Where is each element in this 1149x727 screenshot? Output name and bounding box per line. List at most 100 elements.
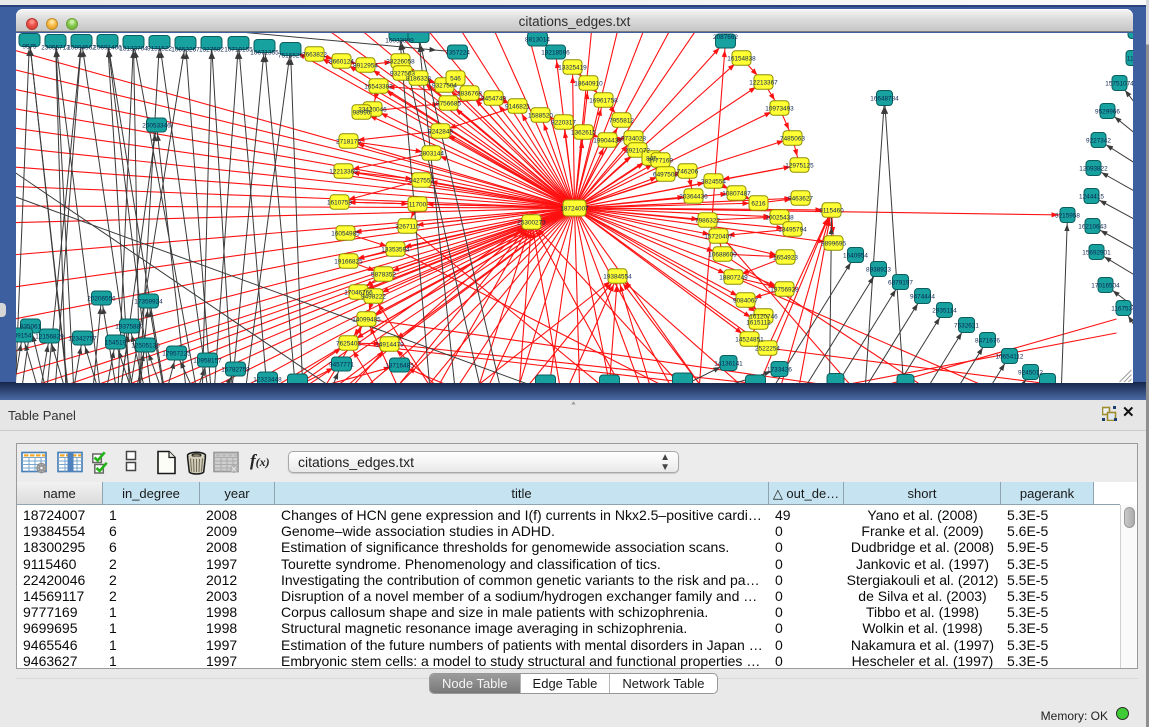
- svg-text:18640910: 18640910: [574, 80, 603, 87]
- svg-text:9529966: 9529966: [1095, 108, 1120, 115]
- svg-text:9734028: 9734028: [621, 135, 646, 142]
- svg-text:10807487: 10807487: [722, 190, 751, 197]
- svg-text:7357224: 7357224: [445, 49, 470, 56]
- svg-text:19384554: 19384554: [603, 273, 632, 280]
- svg-text:9498222: 9498222: [361, 293, 386, 300]
- svg-text:13495794: 13495794: [778, 226, 807, 233]
- svg-text:1117: 1117: [1127, 55, 1133, 62]
- svg-text:7955812: 7955812: [609, 117, 634, 124]
- svg-text:9227342: 9227342: [1086, 137, 1111, 144]
- svg-text:546: 546: [450, 75, 461, 82]
- svg-text:23055713: 23055713: [41, 45, 70, 52]
- svg-text:14136141: 14136141: [714, 360, 743, 367]
- svg-text:12975125: 12975125: [785, 162, 814, 169]
- svg-text:5878352: 5878352: [371, 271, 396, 278]
- svg-text:9084067: 9084067: [733, 297, 758, 304]
- svg-text:9242848: 9242848: [428, 128, 453, 135]
- svg-text:7485063: 7485063: [780, 135, 805, 142]
- svg-text:9146821: 9146821: [505, 103, 530, 110]
- svg-text:9245012: 9245012: [1018, 369, 1043, 376]
- svg-text:13353594: 13353594: [381, 246, 410, 253]
- svg-text:13325419: 13325419: [558, 64, 587, 71]
- svg-text:2718176: 2718176: [336, 138, 361, 145]
- svg-text:16154838: 16154838: [727, 55, 756, 62]
- svg-text:6497508: 6497508: [653, 171, 678, 178]
- svg-text:12323448: 12323448: [253, 376, 282, 383]
- svg-text:12213369: 12213369: [329, 168, 358, 175]
- svg-text:9427552: 9427552: [409, 177, 434, 184]
- svg-text:8912954: 8912954: [353, 62, 378, 69]
- svg-text:7515526: 7515526: [278, 53, 303, 60]
- svg-text:16961758: 16961758: [589, 97, 618, 104]
- svg-text:15751074: 15751074: [1105, 80, 1133, 87]
- svg-text:1610753: 1610753: [327, 199, 352, 206]
- svg-text:20053346: 20053346: [142, 122, 171, 129]
- svg-text:20364436: 20364436: [679, 193, 708, 200]
- svg-text:18807249: 18807249: [719, 274, 748, 281]
- svg-text:2087662: 2087662: [713, 34, 738, 41]
- svg-text:1640954: 1640954: [843, 252, 868, 259]
- svg-text:3267110: 3267110: [395, 223, 420, 230]
- svg-text:11700: 11700: [409, 201, 427, 208]
- svg-text:12505135: 12505135: [131, 342, 160, 349]
- svg-text:16054985: 16054985: [331, 230, 360, 237]
- svg-text:9777169: 9777169: [648, 157, 673, 164]
- svg-text:9327504: 9327504: [432, 82, 457, 89]
- svg-text:9899695: 9899695: [821, 240, 846, 247]
- svg-text:10671355: 10671355: [250, 50, 279, 57]
- svg-text:1654923: 1654923: [773, 254, 798, 261]
- svg-text:2803144: 2803144: [419, 150, 444, 157]
- svg-text:8220317: 8220317: [551, 119, 576, 126]
- svg-text:16210643: 16210643: [1078, 223, 1107, 230]
- svg-text:10958157: 10958157: [193, 357, 222, 364]
- svg-text:12156829: 12156829: [35, 333, 64, 340]
- svg-text:20894562: 20894562: [67, 45, 96, 52]
- svg-text:1244415: 1244415: [1079, 193, 1104, 200]
- svg-text:20206556: 20206556: [87, 295, 116, 302]
- svg-text:7663822: 7663822: [302, 51, 327, 58]
- svg-text:10654112: 10654112: [996, 353, 1024, 360]
- svg-text:8660124: 8660124: [329, 58, 354, 65]
- svg-text:10653267: 10653267: [171, 47, 200, 54]
- svg-text:14914479: 14914479: [375, 341, 404, 348]
- svg-text:14099485: 14099485: [352, 316, 381, 323]
- svg-text:8471676: 8471676: [975, 337, 1000, 344]
- svg-text:8454749: 8454749: [481, 95, 506, 102]
- svg-text:14524851: 14524851: [735, 336, 764, 343]
- svg-text:19166825: 19166825: [334, 258, 363, 265]
- svg-text:1327602: 1327602: [199, 47, 224, 54]
- svg-text:16543382: 16543382: [364, 83, 393, 90]
- svg-text:2935114: 2935114: [932, 307, 957, 314]
- svg-text:17957225: 17957225: [162, 350, 191, 357]
- svg-text:98996: 98996: [353, 109, 371, 116]
- svg-text:8813014: 8813014: [525, 36, 550, 43]
- svg-text:1167534: 1167534: [1111, 305, 1133, 312]
- svg-text:746206: 746206: [677, 168, 699, 175]
- svg-text:154519: 154519: [105, 339, 127, 346]
- svg-text:3824554: 3824554: [701, 178, 726, 185]
- svg-text:19904438: 19904438: [593, 137, 622, 144]
- svg-text:2522254: 2522254: [755, 345, 780, 352]
- svg-text:9131522: 9131522: [147, 46, 172, 53]
- svg-text:3215958: 3215958: [1055, 212, 1080, 219]
- svg-text:1733426: 1733426: [767, 366, 792, 373]
- svg-text:6216: 6216: [751, 200, 766, 207]
- svg-text:39154: 39154: [16, 332, 32, 339]
- svg-text:18724007: 18724007: [560, 205, 589, 212]
- svg-text:20691406: 20691406: [93, 45, 122, 52]
- svg-text:835061: 835061: [20, 323, 42, 330]
- svg-text:12213367: 12213367: [749, 79, 778, 86]
- svg-text:1615112: 1615112: [746, 319, 771, 326]
- svg-text:13716485: 13716485: [385, 362, 414, 369]
- svg-text:18133704: 18133704: [119, 46, 148, 53]
- svg-text:23226058: 23226058: [386, 58, 415, 65]
- svg-text:7986322: 7986322: [695, 217, 720, 224]
- svg-text:1362615: 1362615: [571, 129, 596, 136]
- svg-text:10688609: 10688609: [708, 251, 737, 258]
- svg-text:9474444: 9474444: [910, 293, 935, 300]
- svg-text:7632621: 7632621: [954, 322, 979, 329]
- svg-text:16782759: 16782759: [221, 366, 250, 373]
- svg-text:19375887: 19375887: [115, 323, 144, 330]
- svg-text:19218596: 19218596: [541, 49, 570, 56]
- svg-text:2836768: 2836768: [457, 90, 482, 97]
